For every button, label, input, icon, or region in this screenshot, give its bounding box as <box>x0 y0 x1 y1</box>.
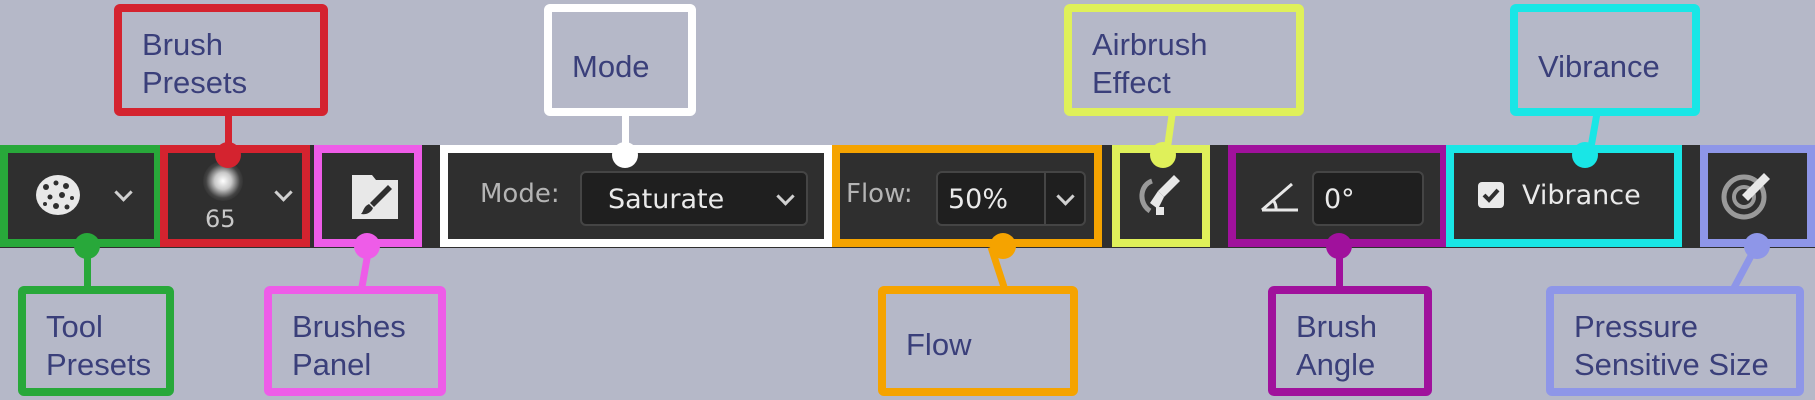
tool-presets-marker <box>74 233 100 259</box>
brush-presets-callout: Brush Presets <box>114 4 328 116</box>
vibrance-callout: Vibrance <box>1510 4 1700 116</box>
airbrush-marker <box>1150 142 1176 168</box>
brushes-panel-marker <box>354 233 380 259</box>
brush-angle-callout: Brush Angle <box>1268 286 1432 396</box>
brushes-panel-highlight <box>314 145 422 247</box>
flow-highlight <box>832 145 1102 247</box>
flow-marker <box>990 233 1016 259</box>
mode-marker <box>612 142 638 168</box>
tool-presets-highlight <box>0 145 162 247</box>
brushes-panel-callout: Brushes Panel <box>264 286 446 396</box>
brush-angle-marker <box>1326 233 1352 259</box>
pressure-size-highlight <box>1700 145 1815 247</box>
vibrance-marker <box>1572 142 1598 168</box>
brush-angle-highlight <box>1228 145 1448 247</box>
mode-callout: Mode <box>544 4 696 116</box>
pressure-size-marker <box>1744 233 1770 259</box>
pressure-size-callout: Pressure Sensitive Size <box>1546 286 1804 396</box>
vibrance-highlight <box>1446 145 1682 247</box>
tool-presets-callout: Tool Presets <box>18 286 174 396</box>
flow-callout: Flow <box>878 286 1078 396</box>
airbrush-callout: Airbrush Effect <box>1064 4 1304 116</box>
brush-presets-marker <box>215 142 241 168</box>
